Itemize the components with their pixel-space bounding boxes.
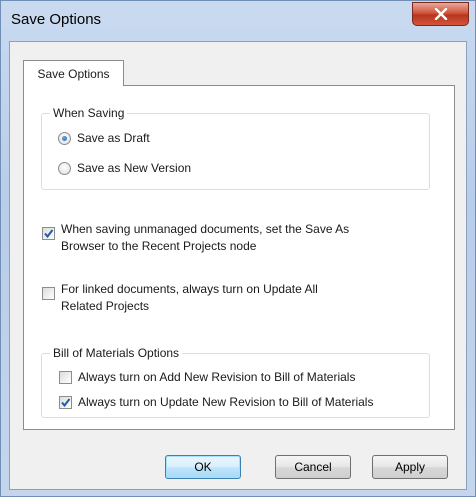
bom-add-revision-option[interactable]: Always turn on Add New Revision to Bill … — [59, 370, 355, 384]
unmanaged-docs-option[interactable]: When saving unmanaged documents, set the… — [42, 221, 349, 255]
checkmark-icon — [44, 229, 54, 239]
apply-button[interactable]: Apply — [372, 455, 448, 479]
dialog-body: Save Options When Saving Save as Draft S… — [9, 41, 467, 490]
bom-add-revision-label: Always turn on Add New Revision to Bill … — [78, 370, 356, 384]
unmanaged-docs-label: When saving unmanaged documents, set the… — [61, 221, 349, 255]
window-title: Save Options — [11, 11, 102, 28]
bom-update-revision-option[interactable]: Always turn on Update New Revision to Bi… — [59, 395, 373, 409]
linked-docs-label-line2: Related Projects — [61, 299, 150, 313]
bom-update-revision-label: Always turn on Update New Revision to Bi… — [78, 395, 374, 409]
bom-add-revision-checkbox[interactable] — [59, 370, 72, 384]
linked-docs-label: For linked documents, always turn on Upd… — [61, 281, 318, 315]
cancel-button[interactable]: Cancel — [275, 455, 351, 479]
unmanaged-docs-label-line2: Browser to the Recent Projects node — [61, 239, 257, 253]
when-saving-group: When Saving Save as Draft Save as New Ve… — [41, 106, 430, 190]
unmanaged-docs-label-line1: When saving unmanaged documents, set the… — [61, 222, 350, 236]
save-as-draft-option[interactable]: Save as Draft — [58, 131, 150, 145]
bom-options-legend: Bill of Materials Options — [50, 346, 183, 360]
ok-button[interactable]: OK — [165, 455, 241, 479]
linked-docs-checkbox[interactable] — [42, 287, 55, 300]
tab-label: Save Options — [37, 66, 110, 81]
linked-docs-label-line1: For linked documents, always turn on Upd… — [61, 282, 318, 296]
checkmark-icon — [61, 397, 71, 407]
close-icon — [434, 8, 447, 20]
save-as-new-version-label: Save as New Version — [77, 161, 192, 175]
bom-options-group: Bill of Materials Options Always turn on… — [41, 346, 430, 418]
save-as-draft-radio[interactable] — [58, 131, 71, 145]
unmanaged-docs-checkbox[interactable] — [42, 227, 55, 240]
save-as-draft-label: Save as Draft — [77, 131, 150, 145]
tab-panel: When Saving Save as Draft Save as New Ve… — [23, 85, 455, 430]
bom-update-revision-checkbox[interactable] — [59, 395, 72, 409]
tab-save-options[interactable]: Save Options — [23, 60, 124, 86]
linked-docs-option[interactable]: For linked documents, always turn on Upd… — [42, 281, 318, 315]
save-as-new-version-radio[interactable] — [58, 161, 71, 175]
close-button[interactable] — [412, 2, 469, 26]
title-bar[interactable]: Save Options — [1, 1, 475, 41]
when-saving-legend: When Saving — [50, 106, 128, 120]
save-as-new-version-option[interactable]: Save as New Version — [58, 161, 191, 175]
save-options-dialog: Save Options Save Options When Saving Sa… — [0, 0, 476, 497]
